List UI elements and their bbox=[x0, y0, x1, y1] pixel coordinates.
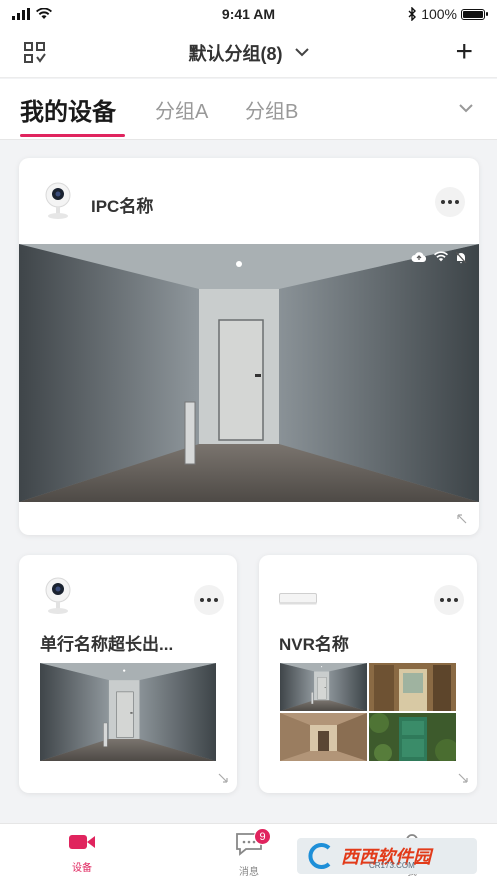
tab-group-b[interactable]: 分组B bbox=[245, 95, 298, 124]
status-right: 100% bbox=[408, 6, 488, 22]
watermark-c-icon bbox=[308, 843, 331, 869]
channel-thumbnail[interactable] bbox=[369, 713, 456, 761]
nvr-channel-grid[interactable] bbox=[280, 663, 456, 761]
camera-device-icon bbox=[45, 182, 71, 219]
expand-icon[interactable] bbox=[458, 773, 468, 783]
device-card-ipc-2[interactable]: 单行名称超长出... bbox=[19, 555, 237, 793]
tabbar-item-messages[interactable]: 9 消息 bbox=[219, 828, 279, 878]
more-options-button[interactable] bbox=[435, 187, 465, 217]
status-bar: 9:41 AM 100% bbox=[0, 0, 497, 28]
cloud-upload-icon bbox=[411, 252, 427, 262]
chevron-down-icon[interactable] bbox=[457, 99, 475, 117]
device-name: 单行名称超长出... bbox=[40, 635, 174, 654]
camera-icon bbox=[69, 835, 95, 849]
signal-wifi-group bbox=[12, 8, 52, 20]
device-card-nvr[interactable]: NVR名称 bbox=[259, 555, 477, 793]
bluetooth-icon bbox=[408, 7, 417, 21]
group-tabs: 我的设备 分组A 分组B bbox=[0, 79, 497, 140]
live-preview-image[interactable] bbox=[40, 663, 216, 761]
chevron-down-icon bbox=[294, 48, 309, 57]
add-device-button[interactable]: + bbox=[455, 37, 473, 67]
tabbar-label: 消息 bbox=[239, 867, 259, 878]
tab-my-devices[interactable]: 我的设备 bbox=[20, 92, 116, 127]
cellular-signal-icon bbox=[12, 8, 30, 20]
watermark-logo: 西西软件园 CR173.COM bbox=[297, 838, 477, 874]
active-tab-indicator bbox=[20, 134, 125, 137]
battery-icon bbox=[461, 8, 488, 20]
device-name: IPC名称 bbox=[91, 197, 154, 216]
camera-device-icon bbox=[45, 577, 71, 614]
channel-thumbnail[interactable] bbox=[280, 713, 367, 761]
channel-thumbnail[interactable] bbox=[280, 663, 367, 711]
tab-group-a[interactable]: 分组A bbox=[155, 95, 208, 124]
more-options-button[interactable] bbox=[194, 585, 224, 615]
device-name: NVR名称 bbox=[279, 635, 349, 654]
preview-status-icons bbox=[411, 251, 467, 264]
watermark-url: CR173.COM bbox=[369, 861, 415, 870]
battery-percent: 100% bbox=[421, 6, 457, 22]
tabbar-item-devices[interactable]: 设备 bbox=[52, 832, 112, 874]
status-time: 9:41 AM bbox=[221, 6, 276, 22]
unread-badge: 9 bbox=[254, 828, 271, 845]
nvr-device-icon bbox=[279, 593, 317, 605]
channel-thumbnail[interactable] bbox=[369, 663, 456, 711]
group-selector[interactable]: 默认分组(8) bbox=[189, 40, 309, 66]
wifi-icon bbox=[36, 8, 52, 19]
expand-icon[interactable] bbox=[457, 514, 467, 524]
device-card-ipc[interactable]: IPC名称 bbox=[19, 158, 479, 535]
wifi-icon bbox=[434, 251, 448, 262]
nav-bar: 默认分组(8) + bbox=[0, 28, 497, 78]
bell-off-icon bbox=[455, 251, 467, 264]
tabbar-label: 设备 bbox=[72, 863, 92, 874]
expand-icon[interactable] bbox=[218, 773, 228, 783]
group-title: 默认分组(8) bbox=[188, 43, 283, 64]
more-options-button[interactable] bbox=[434, 585, 464, 615]
scan-grid-icon[interactable] bbox=[22, 40, 48, 66]
live-preview-image[interactable] bbox=[19, 244, 479, 502]
